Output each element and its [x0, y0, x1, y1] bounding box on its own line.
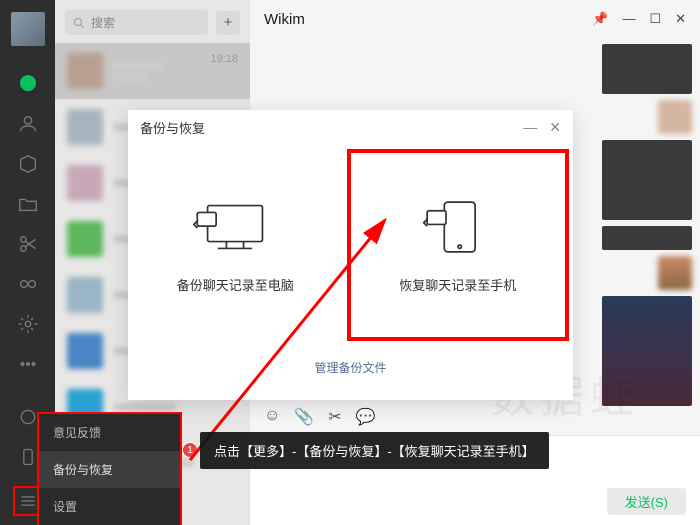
chat-icon[interactable]: [17, 73, 39, 95]
emoji-icon[interactable]: ☺: [264, 407, 280, 427]
send-button[interactable]: 发送(S): [607, 488, 686, 515]
gear-icon[interactable]: [17, 313, 39, 335]
avatar[interactable]: [11, 12, 45, 46]
history-icon[interactable]: 💬: [356, 407, 376, 427]
pin-icon[interactable]: 📌: [592, 11, 608, 27]
instruction-tip: 点击【更多】-【备份与恢复】-【恢复聊天记录至手机】: [200, 432, 549, 469]
dots-icon[interactable]: [17, 353, 39, 375]
folder-icon[interactable]: [17, 193, 39, 215]
chat-time: 19:18: [210, 53, 238, 65]
menu-settings[interactable]: 设置: [39, 488, 180, 525]
link-icon[interactable]: [17, 406, 39, 428]
monitor-icon: [190, 197, 280, 257]
contacts-icon[interactable]: [17, 113, 39, 135]
cut-icon[interactable]: ✂: [328, 407, 341, 427]
close-icon[interactable]: ✕: [675, 11, 686, 27]
attach-icon[interactable]: 📎: [294, 407, 314, 427]
butterfly-icon[interactable]: [17, 273, 39, 295]
cube-icon[interactable]: [17, 153, 39, 175]
chat-title: Wikim: [264, 11, 305, 28]
manage-backup-link[interactable]: 管理备份文件: [314, 361, 386, 375]
maximize-icon[interactable]: ☐: [649, 11, 661, 27]
restore-to-phone-option[interactable]: 恢复聊天记录至手机: [347, 149, 570, 341]
backup-to-pc-option[interactable]: 备份聊天记录至电脑: [128, 145, 343, 345]
chat-item[interactable]: 19:18: [55, 43, 250, 99]
phone-icon[interactable]: [17, 446, 39, 468]
title-bar: Wikim 📌 — ☐ ✕: [250, 0, 700, 38]
menu-feedback[interactable]: 意见反馈: [39, 414, 180, 451]
add-button[interactable]: +: [216, 11, 240, 35]
minimize-icon[interactable]: —: [622, 11, 635, 27]
step-badge: 1: [182, 442, 198, 458]
search-input[interactable]: 搜索: [65, 10, 208, 35]
phone-restore-icon: [413, 197, 503, 257]
restore-to-phone-label: 恢复聊天记录至手机: [399, 275, 516, 294]
more-menu: 意见反馈 备份与恢复 设置: [37, 412, 182, 525]
backup-modal: 备份与恢复 — ✕ 备份聊天记录至电脑 恢复聊天记录至手机 管理备份文件: [128, 110, 573, 400]
scissors-icon[interactable]: [17, 233, 39, 255]
modal-minimize-icon[interactable]: —: [523, 119, 537, 136]
modal-close-icon[interactable]: ✕: [549, 119, 561, 136]
modal-title: 备份与恢复: [140, 118, 205, 137]
menu-backup[interactable]: 备份与恢复: [39, 451, 180, 488]
backup-to-pc-label: 备份聊天记录至电脑: [177, 275, 294, 294]
search-placeholder: 搜索: [91, 14, 115, 31]
